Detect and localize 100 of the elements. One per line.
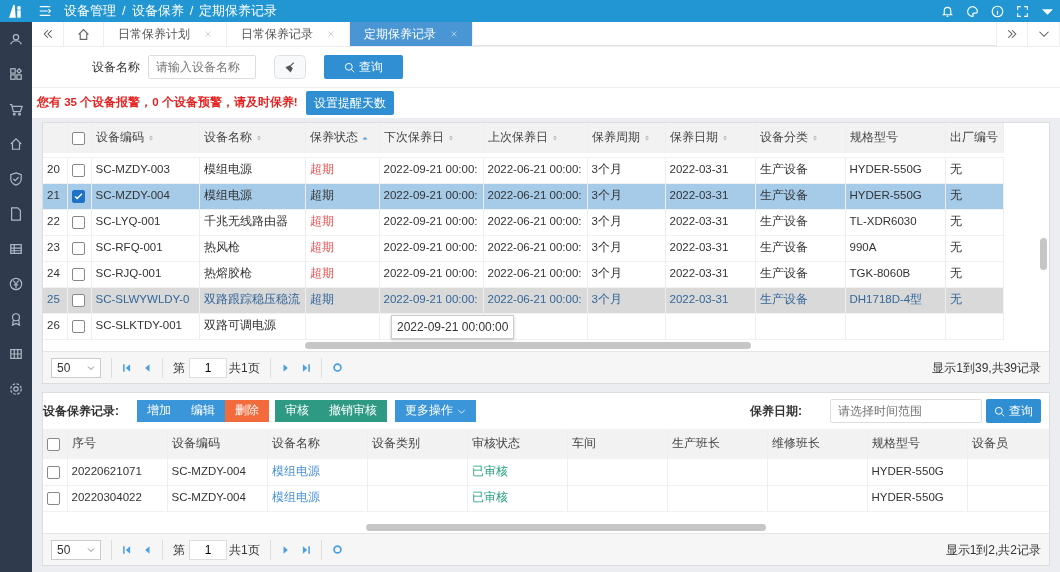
page-size-select[interactable]: 50 <box>51 539 101 560</box>
table-cell: 双路跟踪稳压稳流 <box>199 287 305 313</box>
checkbox[interactable] <box>71 267 85 281</box>
last-page-icon[interactable] <box>300 544 311 555</box>
column-header[interactable]: 审核状态 <box>467 429 567 459</box>
page-number-field[interactable]: 1 <box>189 357 227 378</box>
table-row[interactable]: 24 SC-RJQ-001 热熔胶枪 超期 2022-09-21 00:00: 2022-06-21 00:00: 3个月 2022-03-31 生产设备 TGK-8060B 无 <box>43 261 1003 287</box>
table-cell: 3个月 <box>587 287 665 313</box>
checkbox[interactable] <box>71 131 85 145</box>
column-header[interactable]: 保养周期 <box>587 123 665 153</box>
column-header[interactable]: 设备编码 <box>167 429 267 459</box>
checkbox[interactable] <box>71 241 85 255</box>
scroll-right-button[interactable] <box>996 22 1028 46</box>
column-header[interactable]: 车间 <box>567 429 667 459</box>
page-size-select[interactable]: 50 <box>51 357 101 378</box>
checkbox[interactable] <box>47 465 60 479</box>
date-range-field[interactable]: 请选择时间范围 <box>830 399 982 423</box>
checkbox[interactable] <box>71 319 85 333</box>
scrollbar-thumb[interactable] <box>366 524 766 531</box>
grid-icon[interactable] <box>9 347 23 361</box>
column-header[interactable]: 规格型号 <box>845 123 945 153</box>
table-cell: SC-MZDY-004 <box>167 485 267 511</box>
column-header[interactable]: 设备编码 <box>91 123 199 153</box>
scroll-left-button[interactable] <box>32 22 64 46</box>
table-row[interactable]: 22 SC-LYQ-001 千兆无线路由器 超期 2022-09-21 00:00: 2022-06-21 00:00: 3个月 2022-03-31 生产设备 TL-XDR6030 无 <box>43 209 1003 235</box>
search-button[interactable]: 查询 <box>324 55 403 79</box>
table-cell: 2022-06-21 00:00: <box>483 209 587 235</box>
cart-icon[interactable] <box>9 102 23 116</box>
yen-icon[interactable] <box>9 277 23 291</box>
scrollbar-thumb[interactable] <box>1040 238 1047 270</box>
table-row[interactable]: 25 SC-SLWYWLDY-0 双路跟踪稳压稳流 超期 2022-09-21 00:00: 2022-06-21 00:00: 3个月 2022-03-31 生产设备 DH1718D-4型 无 <box>43 287 1003 313</box>
sort-icon <box>810 134 819 143</box>
equipment-link[interactable]: 模组电源 <box>267 459 367 485</box>
column-header[interactable]: 序号 <box>67 429 167 459</box>
shield-icon[interactable] <box>9 172 23 186</box>
info-icon[interactable] <box>991 4 1004 18</box>
remind-days-button[interactable]: 设置提醒天数 <box>305 91 394 115</box>
column-header[interactable]: 设备员 <box>967 429 1049 459</box>
table-cell: 2022-03-31 <box>665 209 755 235</box>
refresh-icon[interactable] <box>331 362 343 373</box>
table-icon[interactable] <box>9 242 23 256</box>
column-header[interactable]: 下次保养日 <box>379 123 483 153</box>
column-header[interactable]: 规格型号 <box>867 429 967 459</box>
table-row[interactable]: 23 SC-RFQ-001 热风枪 超期 2022-09-21 00:00: 2022-06-21 00:00: 3个月 2022-03-31 生产设备 990A 无 <box>43 235 1003 261</box>
column-header[interactable]: 生产班长 <box>667 429 767 459</box>
column-header[interactable]: 保养日期 <box>665 123 755 153</box>
palette-icon[interactable] <box>966 4 979 18</box>
first-page-icon[interactable] <box>122 362 132 373</box>
table-row[interactable]: 21 SC-MZDY-004 模组电源 超期 2022-09-21 00:00: 2022-06-21 00:00: 3个月 2022-03-31 生产设备 HYDER-550G 无 <box>43 183 1003 209</box>
column-header[interactable]: 设备名称 <box>199 123 305 153</box>
last-page-icon[interactable] <box>300 362 311 373</box>
column-header[interactable]: 出厂编号 <box>945 123 1003 153</box>
column-header[interactable]: 上次保养日 <box>483 123 587 153</box>
fullscreen-icon[interactable] <box>1016 4 1029 18</box>
home-icon[interactable] <box>9 137 23 151</box>
clear-button[interactable] <box>274 55 306 79</box>
settings-icon[interactable] <box>9 382 23 396</box>
checkbox[interactable] <box>71 293 85 307</box>
row-number: 22 <box>43 209 67 235</box>
home-tab[interactable] <box>64 22 104 46</box>
checkbox[interactable] <box>71 189 85 203</box>
bell-icon[interactable] <box>941 4 954 18</box>
people-icon[interactable] <box>9 32 23 46</box>
total-pages: 共1页 <box>229 541 260 559</box>
column-header[interactable]: 设备类别 <box>367 429 467 459</box>
scrollbar-thumb[interactable] <box>305 342 751 349</box>
search-button[interactable]: 查询 <box>986 399 1041 423</box>
status-text: 超期 <box>305 287 379 313</box>
document-icon[interactable] <box>9 207 23 221</box>
checkbox[interactable] <box>71 215 85 229</box>
table-cell: 2022-06-21 00:00: <box>483 235 587 261</box>
column-header[interactable]: 保养状态 <box>305 123 379 153</box>
close-icon[interactable] <box>450 30 458 38</box>
checkbox[interactable] <box>47 491 60 505</box>
column-header[interactable]: 维修班长 <box>767 429 867 459</box>
table-cell: 生产设备 <box>755 183 845 209</box>
table-row[interactable]: 20 SC-MZDY-003 模组电源 超期 2022-09-21 00:00: 2022-06-21 00:00: 3个月 2022-03-31 生产设备 HYDER-550G 无 <box>43 157 1003 183</box>
page-number-field[interactable]: 1 <box>189 539 227 560</box>
menu-icon[interactable] <box>38 4 52 18</box>
table-cell: 双路可调电源 <box>199 313 305 339</box>
table-cell: 无 <box>945 157 1003 183</box>
first-page-icon[interactable] <box>122 544 132 555</box>
badge-icon[interactable] <box>9 312 23 326</box>
table-cell: 千兆无线路由器 <box>199 209 305 235</box>
table-cell: HYDER-550G <box>845 157 945 183</box>
column-header[interactable]: 设备名称 <box>267 429 367 459</box>
checkbox[interactable] <box>47 437 60 451</box>
column-header[interactable]: 设备分类 <box>755 123 845 153</box>
sort-icon <box>550 134 559 143</box>
search-field[interactable]: 请输入设备名称 <box>148 55 256 79</box>
tab[interactable]: 日常保养记录 <box>227 22 350 46</box>
table-cell: HYDER-550G <box>867 459 967 485</box>
tab-menu-button[interactable] <box>1028 22 1060 46</box>
sort-icon <box>446 134 455 143</box>
equipment-link[interactable]: 模组电源 <box>267 485 367 511</box>
refresh-icon[interactable] <box>331 544 343 555</box>
total-pages: 共1页 <box>229 359 260 377</box>
apps-icon[interactable] <box>9 67 23 81</box>
tab[interactable]: 日常保养计划 <box>104 22 227 46</box>
checkbox[interactable] <box>71 163 85 177</box>
